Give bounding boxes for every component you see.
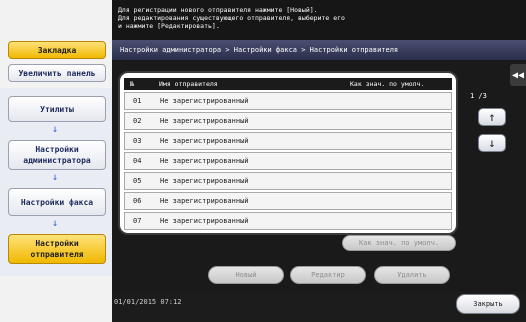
delete-label: Удалить bbox=[397, 271, 427, 279]
arrow-up-icon[interactable]: ↑ bbox=[478, 108, 506, 126]
collapse-panel-icon[interactable]: ◀◀ bbox=[510, 64, 526, 86]
column-default: Как знач. по умолч. bbox=[350, 80, 425, 88]
step-fax-settings-label: Настройки факса bbox=[20, 197, 94, 207]
row-name: Не зарегистрированный bbox=[160, 137, 249, 145]
row-name: Не зарегистрированный bbox=[160, 117, 249, 125]
table-row[interactable]: 03 Не зарегистрированный bbox=[124, 132, 452, 150]
edit-label: Редактир bbox=[311, 271, 345, 279]
step-sender-settings[interactable]: Настройки отправителя bbox=[8, 234, 106, 264]
row-name: Не зарегистрированный bbox=[160, 217, 249, 225]
table-row[interactable]: 05 Не зарегистрированный bbox=[124, 172, 452, 190]
row-number: 03 bbox=[133, 137, 142, 145]
edit-button[interactable]: Редактир bbox=[290, 266, 366, 284]
instruction-header: Для регистрации нового отправителя нажми… bbox=[112, 0, 526, 40]
datetime: 01/01/2015 07:12 bbox=[114, 298, 182, 306]
left-panel: Закладка Увеличить панель Утилиты ↓ Наст… bbox=[0, 0, 113, 322]
down-arrow-icon: ↓ bbox=[51, 218, 59, 229]
instruction-line: Для редактирования существующего отправи… bbox=[118, 14, 345, 22]
breadcrumb: Настройки администратора > Настройки фак… bbox=[112, 40, 526, 60]
increase-panel-label: Увеличить панель bbox=[18, 68, 96, 78]
column-name: Имя отправителя bbox=[159, 80, 218, 88]
arrow-down-icon[interactable]: ↓ bbox=[478, 134, 506, 152]
instruction-line: Для регистрации нового отправителя нажми… bbox=[118, 6, 318, 14]
step-utilities[interactable]: Утилиты bbox=[8, 96, 106, 122]
breadcrumb-text: Настройки администратора > Настройки фак… bbox=[120, 46, 399, 54]
page-indicator: 1 /3 bbox=[470, 92, 487, 100]
delete-button[interactable]: Удалить bbox=[374, 266, 450, 284]
down-arrow-icon: ↓ bbox=[51, 172, 59, 183]
close-label: Закрыть bbox=[473, 300, 503, 308]
row-name: Не зарегистрированный bbox=[160, 197, 249, 205]
table-row[interactable]: 04 Не зарегистрированный bbox=[124, 152, 452, 170]
table-row[interactable]: 01 Не зарегистрированный bbox=[124, 92, 452, 110]
bookmark-label: Закладка bbox=[37, 45, 77, 55]
column-no: № bbox=[130, 80, 134, 88]
increase-panel-button[interactable]: Увеличить панель bbox=[8, 64, 106, 82]
step-fax-settings[interactable]: Настройки факса bbox=[8, 188, 106, 216]
new-button[interactable]: Новый bbox=[208, 266, 284, 284]
new-label: Новый bbox=[235, 271, 257, 279]
row-name: Не зарегистрированный bbox=[160, 177, 249, 185]
close-button[interactable]: Закрыть bbox=[456, 294, 520, 314]
screen: Закладка Увеличить панель Утилиты ↓ Наст… bbox=[0, 0, 526, 322]
set-default-button[interactable]: Как знач. по умолч. bbox=[342, 235, 456, 251]
instruction-line: и нажмите [Редактировать]. bbox=[118, 22, 220, 30]
row-name: Не зарегистрированный bbox=[160, 157, 249, 165]
table-row[interactable]: 07 Не зарегистрированный bbox=[124, 212, 452, 230]
row-number: 07 bbox=[133, 217, 142, 225]
row-number: 06 bbox=[133, 197, 142, 205]
set-default-label: Как знач. по умолч. bbox=[358, 239, 440, 247]
step-admin-settings[interactable]: Настройки администратора bbox=[8, 140, 106, 170]
table-row[interactable]: 02 Не зарегистрированный bbox=[124, 112, 452, 130]
table-row[interactable]: 06 Не зарегистрированный bbox=[124, 192, 452, 210]
down-arrow-icon: ↓ bbox=[51, 124, 59, 135]
row-number: 01 bbox=[133, 97, 142, 105]
step-sender-settings-label: Настройки отправителя bbox=[30, 239, 84, 259]
row-number: 02 bbox=[133, 117, 142, 125]
row-name: Не зарегистрированный bbox=[160, 97, 249, 105]
step-utilities-label: Утилиты bbox=[40, 104, 74, 114]
row-number: 04 bbox=[133, 157, 142, 165]
row-number: 05 bbox=[133, 177, 142, 185]
table-header: № Имя отправителя Как знач. по умолч. bbox=[124, 78, 452, 90]
bookmark-button[interactable]: Закладка bbox=[8, 41, 106, 59]
step-admin-settings-label: Настройки администратора bbox=[23, 145, 91, 165]
